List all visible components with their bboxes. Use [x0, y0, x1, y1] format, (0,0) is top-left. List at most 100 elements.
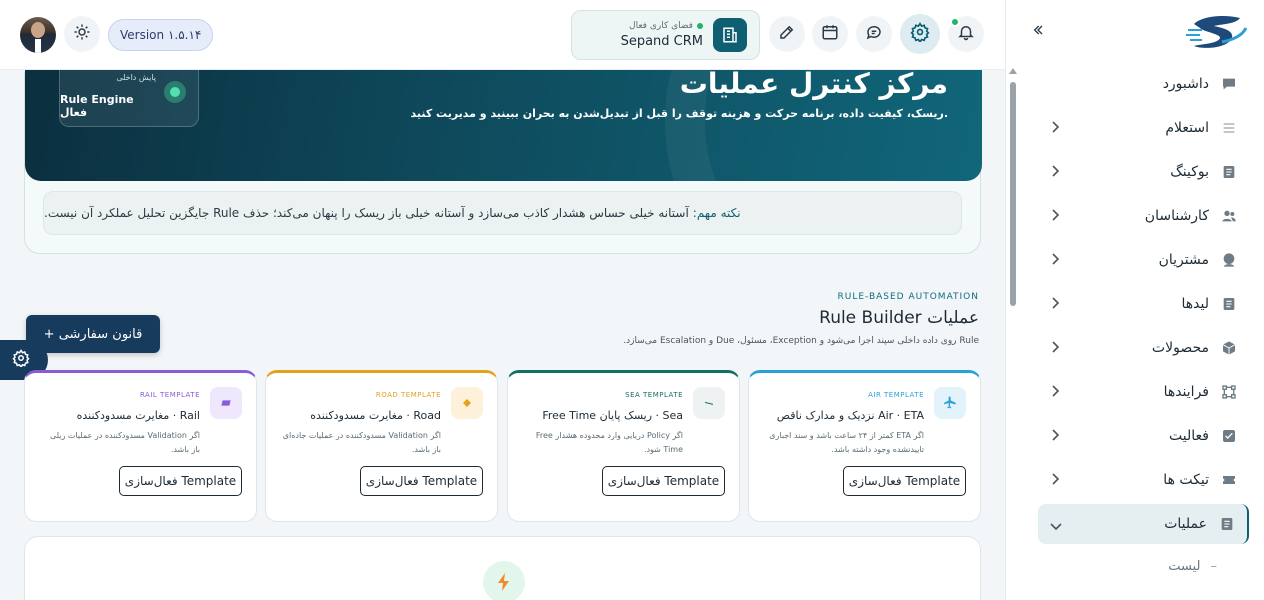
sidebar-subitem-list[interactable]: لیست – [1038, 546, 1249, 586]
template-card: AIR TEMPLATE Air · ETA نزدیک و مدارک ناقص… [748, 370, 981, 522]
sidebar-item-3[interactable]: کارشناسان [1038, 194, 1249, 238]
chevron-right-icon [1050, 253, 1060, 269]
lightning-icon [483, 561, 525, 600]
calendar-button[interactable] [812, 16, 848, 52]
version-badge: Version ۱.۵.۱۴ [108, 19, 214, 51]
building-icon [713, 18, 747, 52]
active-status-dot [697, 23, 703, 29]
double-chevron-left-icon [1030, 23, 1046, 42]
chevron-right-icon [1050, 473, 1060, 489]
process-icon [1221, 384, 1237, 400]
status-label: Rule Engine فعال [60, 93, 134, 119]
status-caption: پایش داخلی [116, 73, 156, 82]
card-tag: ROAD TEMPLATE [375, 391, 441, 399]
sidebar-item-10[interactable]: عملیات [1038, 504, 1249, 544]
scrollbar-thumb[interactable] [1010, 82, 1016, 306]
sidebar-item-label: تیکت ها [1163, 472, 1209, 488]
sidebar-item-label: مشتریان [1158, 252, 1209, 268]
sidebar-item-label: داشبورد [1162, 76, 1209, 92]
sidebar-item-label: فرایندها [1163, 384, 1209, 400]
sidebar-item-label: استعلام [1165, 120, 1209, 136]
section-eyebrow: RULE-BASED AUTOMATION [837, 292, 979, 302]
document-icon [1219, 516, 1235, 532]
box-icon [1221, 340, 1237, 356]
sidebar-item-label: کارشناسان [1144, 208, 1209, 224]
sidebar-item-4[interactable]: مشتریان [1038, 238, 1249, 282]
note-label: نکته مهم: [692, 206, 741, 220]
sepand-logo [1186, 12, 1250, 58]
card-description: اگر Policy دریایی وارد محدوده هشدار Free… [535, 431, 683, 454]
notifications-button[interactable] [948, 16, 984, 52]
hero-banner: مرکز کنترل عملیات ریسک، کیفیت داده، برنا… [25, 70, 982, 181]
chevron-right-icon [1050, 341, 1060, 357]
app-root: Version ۱.۵.۱۴ فضای کاری فعال Sepand CRM [0, 0, 1264, 600]
scroll-up-arrow[interactable] [1009, 68, 1017, 74]
note-text: آستانه خیلی حساس هشدار کاذب می‌سازد و آس… [44, 206, 689, 220]
template-card: RAIL TEMPLATE Rail · مغایرت مسدودکننده اگر… [24, 370, 257, 522]
gear-icon [12, 349, 30, 371]
avatar[interactable] [20, 17, 56, 53]
activate-template-button[interactable]: فعال‌سازی Template [843, 466, 966, 496]
card-title: Road · مغایرت مسدودکننده [310, 409, 441, 422]
ship-icon [693, 387, 725, 419]
rule-engine-status: پایش داخلی Rule Engine فعال [59, 70, 199, 127]
card-title: Rail · مغایرت مسدودکننده [76, 409, 200, 422]
card-title: Air · ETA نزدیک و مدارک ناقص [776, 409, 924, 422]
chevron-right-icon [1050, 209, 1060, 225]
sidebar-item-8[interactable]: فعالیت [1038, 414, 1249, 458]
dash-icon: – [1210, 558, 1218, 574]
sidebar-item-6[interactable]: محصولات [1038, 326, 1249, 370]
rules-panel [24, 536, 981, 600]
list-icon [1221, 120, 1237, 136]
card-tag: RAIL TEMPLATE [139, 391, 200, 399]
workspace-switcher[interactable]: فضای کاری فعال Sepand CRM [571, 10, 760, 60]
document-icon [1221, 296, 1237, 312]
sidebar-item-label: لیدها [1181, 296, 1210, 312]
card-title: Sea · ریسک پایان Free Time [542, 409, 683, 422]
card-description: اگر Validation مسدودکننده در عملیات جاده… [282, 431, 441, 454]
topbar: Version ۱.۵.۱۴ فضای کاری فعال Sepand CRM [0, 0, 1005, 70]
sidebar-item-label: بوکینگ [1170, 164, 1209, 180]
document-icon [1221, 164, 1237, 180]
collapse-sidebar-button[interactable] [1030, 22, 1046, 42]
chat-icon [865, 23, 883, 45]
theme-toggle-button[interactable] [64, 16, 100, 52]
gear-icon [910, 22, 930, 46]
main-content: مرکز کنترل عملیات ریسک، کیفیت داده، برنا… [0, 70, 1005, 600]
activate-template-button[interactable]: فعال‌سازی Template [602, 466, 725, 496]
card-description: اگر Validation مسدودکننده در عملیات ریلی… [49, 431, 200, 454]
activate-template-button[interactable]: فعال‌سازی Template [119, 466, 242, 496]
notification-dot [950, 17, 960, 27]
chat-button[interactable] [856, 16, 892, 52]
activate-template-button[interactable]: فعال‌سازی Template [360, 466, 483, 496]
sidebar: داشبورد استعلام بوکینگ کارشناسان مشتریان لیده… [1005, 0, 1264, 600]
template-card: SEA TEMPLATE Sea · ریسک پایان Free Time اگ… [507, 370, 740, 522]
section-title: Rule Builder عملیات [819, 308, 979, 328]
sidebar-item-9[interactable]: تیکت ها [1038, 458, 1249, 502]
card-tag: SEA TEMPLATE [625, 391, 683, 399]
settings-button[interactable] [900, 14, 940, 54]
add-custom-rule-button[interactable]: + قانون سفارشی [26, 315, 160, 353]
sidebar-item-5[interactable]: لیدها [1038, 282, 1249, 326]
page-title: مرکز کنترل عملیات [679, 70, 948, 100]
sidebar-item-7[interactable]: فرایندها [1038, 370, 1249, 414]
users-icon [1221, 208, 1237, 224]
main-scrollbar[interactable] [1008, 68, 1018, 600]
important-note: نکته مهم: آستانه خیلی حساس هشدار کاذب می‌… [43, 191, 962, 235]
chevron-right-icon [1050, 121, 1060, 137]
sidebar-item-0[interactable]: داشبورد [1038, 62, 1249, 106]
user-icon [1221, 252, 1237, 268]
diamond-icon [451, 387, 483, 419]
sidebar-item-1[interactable]: استعلام [1038, 106, 1249, 150]
operations-hero: مرکز کنترل عملیات ریسک، کیفیت داده، برنا… [24, 70, 982, 254]
chevron-right-icon [1050, 297, 1060, 313]
sidebar-item-label: فعالیت [1169, 428, 1209, 444]
sidebar-item-2[interactable]: بوکینگ [1038, 150, 1249, 194]
sidebar-item-label: محصولات [1151, 340, 1209, 356]
section-description: Rule روی داده داخلی سپند اجرا می‌شود و E… [623, 336, 979, 346]
chevron-right-icon [1050, 165, 1060, 181]
ticket-icon [1221, 472, 1237, 488]
card-description: اگر ETA کمتر از ۲۴ ساعت باشد و سند اجبار… [769, 431, 924, 454]
page-subtitle: ریسک، کیفیت داده، برنامه حرکت و هزینه تو… [410, 107, 948, 120]
edit-button[interactable] [769, 16, 805, 52]
